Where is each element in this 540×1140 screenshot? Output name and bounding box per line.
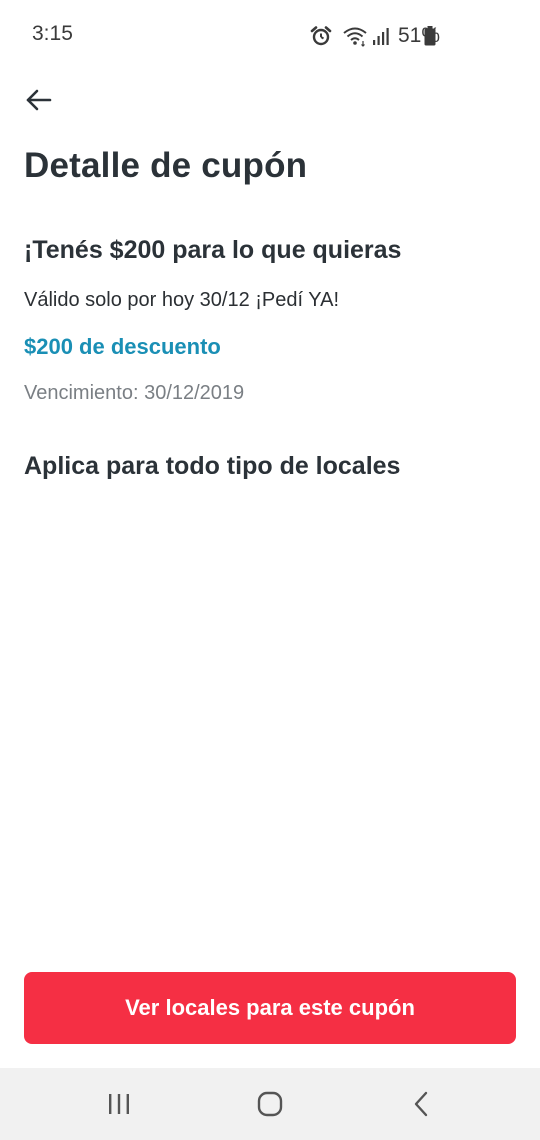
battery-icon bbox=[424, 26, 436, 51]
system-back-button[interactable] bbox=[397, 1084, 445, 1124]
back-button[interactable] bbox=[18, 80, 58, 120]
home-icon bbox=[257, 1091, 283, 1117]
arrow-left-icon bbox=[26, 89, 52, 111]
alarm-icon bbox=[310, 22, 332, 50]
status-bar: 3:15 51% bbox=[0, 0, 540, 72]
wifi-icon bbox=[342, 22, 368, 50]
back-icon bbox=[414, 1091, 428, 1117]
status-icons: 51% bbox=[310, 22, 440, 50]
recents-icon bbox=[109, 1094, 129, 1114]
status-time: 3:15 bbox=[32, 22, 73, 45]
signal-icon bbox=[372, 22, 390, 50]
discount-amount: $200 de descuento bbox=[24, 334, 221, 359]
page-title: Detalle de cupón bbox=[24, 146, 308, 185]
coupon-description: Válido solo por hoy 30/12 ¡Pedí YA! bbox=[24, 289, 340, 311]
expiry-date: Vencimiento: 30/12/2019 bbox=[24, 382, 245, 404]
applies-to-heading: Aplica para todo tipo de locales bbox=[24, 452, 401, 480]
home-button[interactable] bbox=[246, 1084, 294, 1124]
system-nav-bar bbox=[0, 1068, 540, 1140]
view-stores-button[interactable]: Ver locales para este cupón bbox=[24, 972, 516, 1044]
coupon-heading: ¡Tenés $200 para lo que quieras bbox=[24, 236, 402, 264]
recents-button[interactable] bbox=[95, 1084, 143, 1124]
